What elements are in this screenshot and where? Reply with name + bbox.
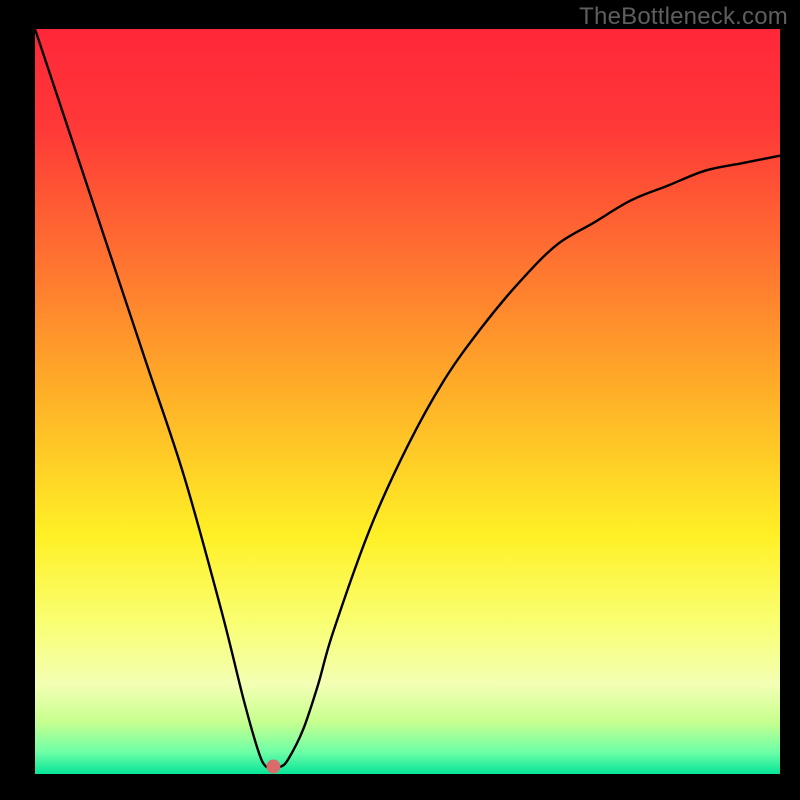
bottleneck-chart: [0, 0, 800, 800]
chart-frame: TheBottleneck.com: [0, 0, 800, 800]
plot-background: [35, 29, 780, 774]
optimal-point-marker: [266, 760, 280, 774]
watermark-text: TheBottleneck.com: [579, 3, 788, 31]
